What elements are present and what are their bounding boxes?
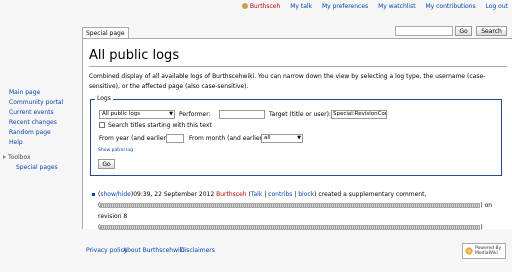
list-bullet — [92, 193, 95, 196]
search-go-button[interactable]: Go — [455, 26, 472, 36]
performer-label: Performer: — [179, 111, 211, 118]
log-timestamp: 09:39, 22 September 2012 — [133, 191, 215, 198]
month-select[interactable]: all ▼ — [261, 134, 303, 143]
intro-text: Combined display of all available logs o… — [89, 73, 486, 90]
user-icon — [241, 3, 248, 9]
my-talk-link[interactable]: My talk — [290, 3, 312, 10]
chevron-down-icon: ▼ — [297, 135, 301, 141]
log-type-selected: All public logs — [102, 111, 141, 117]
log-revision: revision 8 — [98, 213, 128, 220]
powered-by-mediawiki-badge[interactable]: Powered By MediaWiki — [462, 243, 506, 259]
toolbox-label: Toolbox — [8, 154, 31, 161]
block-link[interactable]: block — [298, 191, 314, 198]
search-button[interactable]: Search — [476, 26, 507, 36]
year-label: From year (and earlier): — [99, 135, 171, 142]
toolbox-toggle[interactable]: Toolbox — [3, 153, 31, 163]
logs-legend: Logs — [95, 95, 113, 102]
redacted-bar — [100, 225, 481, 230]
title-divider — [89, 66, 507, 67]
search-prefix-label: Search titles starting with this text — [108, 122, 212, 129]
footer-about-link[interactable]: About Burthscehwiki — [123, 247, 185, 254]
month-label: From month (and earlier): — [189, 135, 267, 142]
talk-link[interactable]: Talk — [251, 191, 263, 198]
sidebar-item-community-portal[interactable]: Community portal — [9, 98, 63, 108]
logout-link[interactable]: Log out — [486, 3, 508, 10]
sidebar-item-current-events[interactable]: Current events — [9, 108, 54, 118]
content-area: All public logs Combined display of all … — [82, 38, 512, 231]
contribs-link[interactable]: contribs — [268, 191, 292, 198]
sidebar-item-special-pages[interactable]: Special pages — [16, 163, 58, 173]
log-user-link[interactable]: Burthsceh — [216, 191, 246, 198]
target-input[interactable]: Special:RevisionCon — [331, 110, 387, 119]
triangle-right-icon — [3, 155, 6, 159]
logs-fieldset: Logs All public logs ▼ Performer: Target… — [90, 95, 502, 176]
show-patrol-log-link[interactable]: Show patrol log — [98, 148, 133, 153]
log-on: on — [484, 202, 493, 209]
footer-privacy-link[interactable]: Privacy policy — [86, 247, 127, 254]
username-link[interactable]: Burthsceh — [250, 3, 280, 10]
my-preferences-link[interactable]: My preferences — [322, 3, 368, 10]
footer: Privacy policy About Burthscehwiki Discl… — [82, 240, 512, 272]
my-contributions-link[interactable]: My contributions — [426, 3, 476, 10]
personal-bar: Burthsceh My talk My preferences My watc… — [234, 3, 508, 12]
page-title: All public logs — [89, 48, 180, 63]
log-action: created a supplementary comment, — [318, 191, 427, 198]
personal-user-link[interactable]: Burthsceh — [241, 3, 280, 10]
log-entry: (show/hide)09:39, 22 September 2012 Burt… — [92, 189, 502, 233]
target-label: Target (title or user): — [269, 111, 331, 118]
month-selected: all — [264, 135, 271, 141]
sidebar-item-random-page[interactable]: Random page — [9, 128, 51, 138]
sidebar-item-help[interactable]: Help — [9, 138, 23, 148]
search-prefix-checkbox[interactable] — [99, 122, 105, 128]
show-hide-link[interactable]: show/hide — [100, 191, 131, 198]
badge-line2: MediaWiki — [475, 251, 498, 256]
log-type-select[interactable]: All public logs ▼ — [99, 110, 175, 119]
mediawiki-logo-icon — [465, 247, 473, 255]
logs-go-button[interactable]: Go — [98, 159, 115, 169]
footer-disclaimers-link[interactable]: Disclaimers — [180, 247, 215, 254]
sidebar-item-main-page[interactable]: Main page — [9, 88, 40, 98]
my-watchlist-link[interactable]: My watchlist — [378, 3, 416, 10]
chevron-down-icon: ▼ — [169, 111, 173, 117]
redacted-bar — [100, 203, 481, 208]
year-input[interactable] — [166, 134, 184, 143]
search-input[interactable] — [395, 26, 453, 36]
performer-input[interactable] — [219, 110, 265, 119]
sidebar-item-recent-changes[interactable]: Recent changes — [9, 118, 57, 128]
